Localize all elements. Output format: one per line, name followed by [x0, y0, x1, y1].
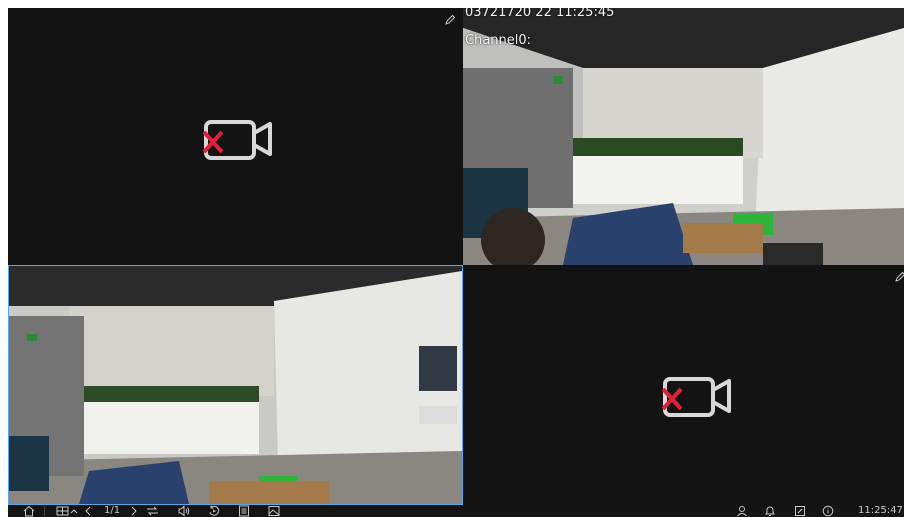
playback-button[interactable]	[208, 505, 220, 517]
split-screen-icon	[56, 506, 69, 516]
video-tile-1[interactable]	[8, 8, 463, 265]
user-icon	[737, 506, 747, 517]
page-indicator: 1/1	[104, 505, 121, 516]
pencil-icon[interactable]	[444, 14, 456, 26]
system-clock: 11:25:47	[858, 505, 903, 516]
next-page-icon	[131, 506, 137, 516]
camera-off-icon	[661, 377, 731, 417]
prev-page-button[interactable]	[84, 505, 92, 517]
manual-record-button[interactable]	[794, 505, 806, 517]
audio-button[interactable]	[178, 505, 191, 517]
osd-channel-name: Channel0:	[465, 33, 532, 48]
video-tile-3[interactable]	[8, 265, 463, 505]
split-screen-button[interactable]	[56, 505, 69, 517]
image-button[interactable]	[268, 505, 280, 517]
manual-record-icon	[795, 506, 805, 516]
audio-icon	[178, 505, 190, 517]
home-icon	[23, 505, 35, 517]
sequence-icon	[147, 506, 158, 516]
list-button[interactable]	[238, 505, 250, 517]
info-icon	[822, 505, 834, 517]
video-wall: 03721720 22 11:25:45 Channel0: 1/1 11:25…	[8, 8, 904, 517]
chevron-up-icon	[70, 509, 78, 514]
next-page-button[interactable]	[130, 505, 138, 517]
pencil-icon[interactable]	[894, 271, 904, 283]
sequence-button[interactable]	[146, 505, 159, 517]
user-button[interactable]	[736, 505, 748, 517]
video-tile-4[interactable]	[463, 265, 904, 505]
split-mode-dropdown[interactable]	[70, 505, 78, 517]
prev-page-icon	[85, 506, 91, 516]
osd-timestamp: 03721720 22 11:25:45	[465, 8, 615, 20]
camera-feed-image	[9, 266, 462, 504]
playback-icon	[209, 505, 220, 516]
list-icon	[239, 505, 249, 517]
alarm-bell-icon	[765, 506, 775, 516]
bottom-toolbar: 1/1 11:25:47	[8, 505, 904, 517]
camera-off-icon	[202, 120, 272, 160]
toolbar-divider	[44, 506, 45, 516]
alarm-button[interactable]	[764, 505, 776, 517]
home-button[interactable]	[23, 505, 35, 517]
info-button[interactable]	[822, 505, 834, 517]
video-tile-2[interactable]: 03721720 22 11:25:45 Channel0:	[463, 8, 904, 265]
image-icon	[268, 506, 280, 516]
